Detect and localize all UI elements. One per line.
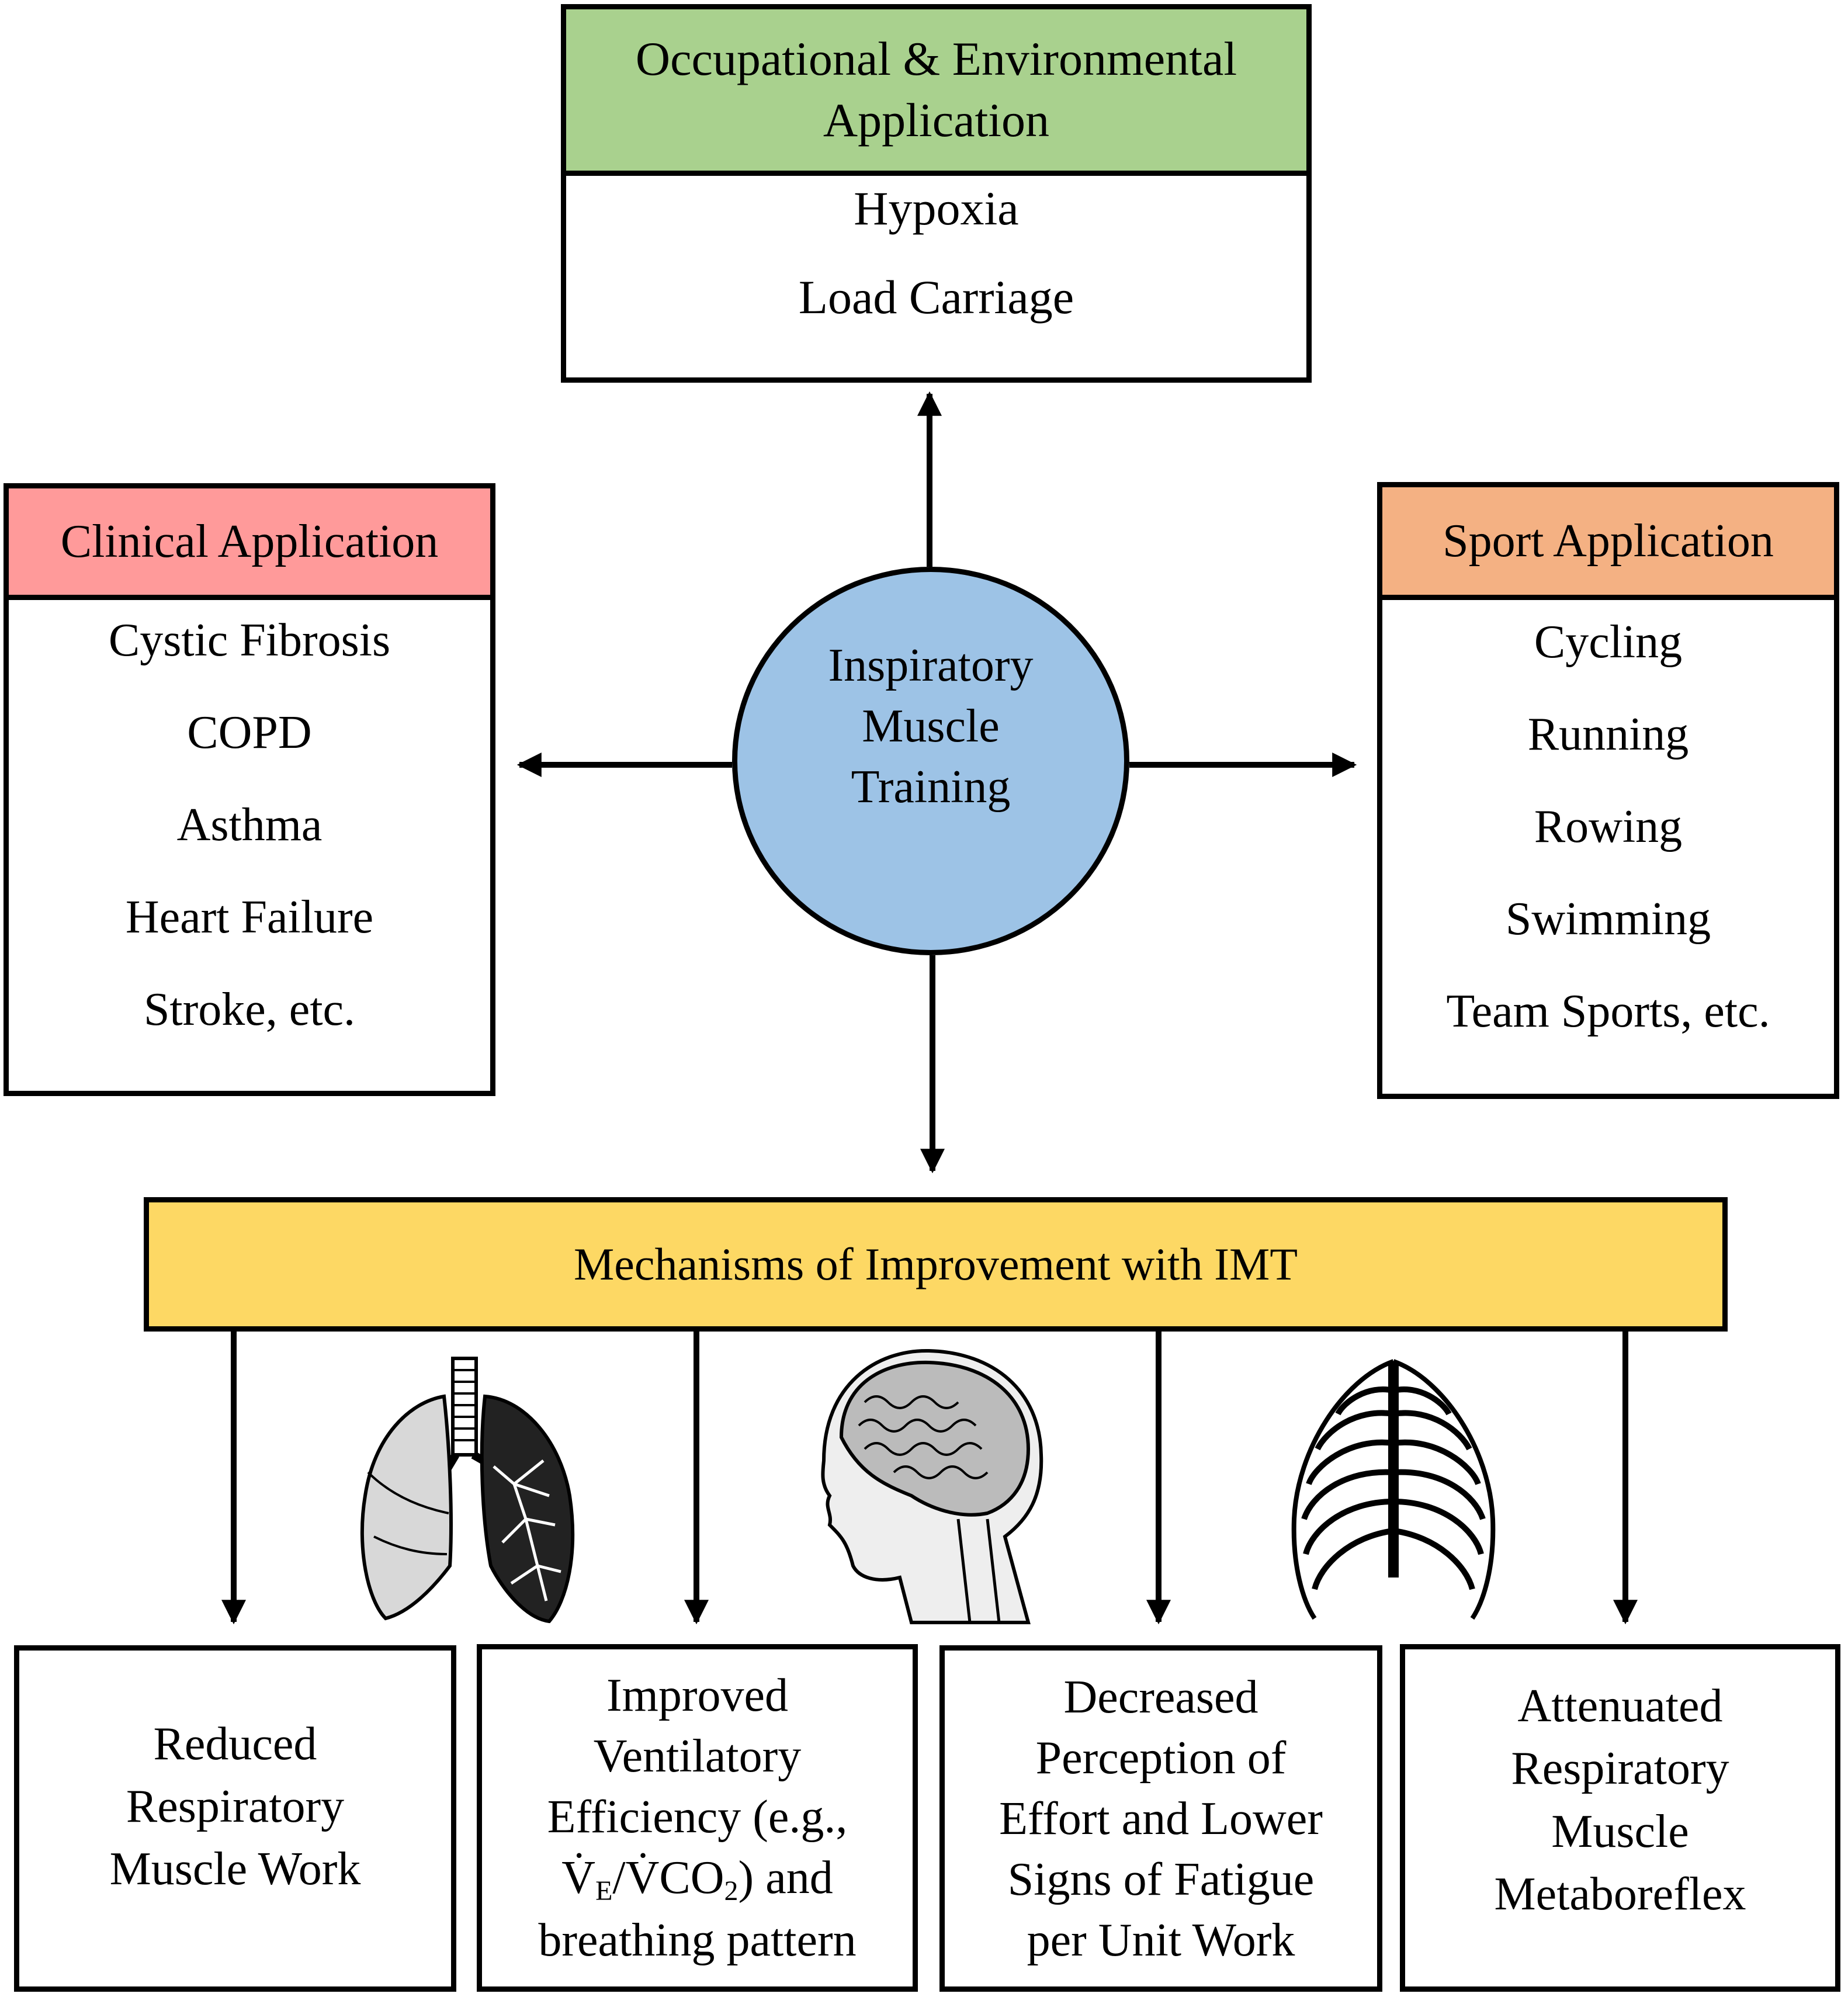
mechanism-3-line: Decreased: [1063, 1671, 1258, 1723]
formula-ve: V̇: [561, 1852, 596, 1904]
mechanism-3-line: Effort and Lower: [999, 1793, 1323, 1845]
lungs-icon: [360, 1357, 575, 1624]
mechanism-2-line: breathing pattern: [538, 1914, 857, 1966]
ribcage-icon: [1291, 1359, 1496, 1620]
ventilatory-equivalent-formula: V̇E/V̇CO2) and: [561, 1847, 833, 1909]
mechanism-1-line: Muscle Work: [109, 1843, 361, 1895]
mechanism-box-ventilatory-efficiency: Improved Ventilatory Efficiency (e.g., V…: [477, 1644, 918, 1992]
mechanism-3-line: per Unit Work: [1027, 1914, 1295, 1966]
mechanism-4-line: Respiratory: [1511, 1743, 1729, 1795]
formula-sub-2: 2: [724, 1875, 738, 1907]
mechanism-3-line: Signs of Fatigue: [1007, 1853, 1315, 1905]
formula-sub-e: E: [595, 1875, 613, 1907]
head-brain-icon: [821, 1348, 1043, 1624]
mechanism-box-perception-of-effort: Decreased Perception of Effort and Lower…: [939, 1645, 1382, 1992]
mechanism-2-line: Efficiency (e.g.,: [547, 1791, 848, 1843]
mechanism-4-line: Metaboreflex: [1494, 1868, 1746, 1920]
mechanism-box-metaboreflex: Attenuated Respiratory Muscle Metaborefl…: [1400, 1644, 1840, 1992]
mechanism-3-line: Perception of: [1035, 1732, 1287, 1784]
formula-vco: V̇CO: [625, 1852, 724, 1904]
mechanism-1-line: Reduced: [153, 1718, 317, 1770]
mechanism-2-line: Improved: [606, 1670, 788, 1722]
mechanism-box-reduced-work: Reduced Respiratory Muscle Work: [14, 1645, 456, 1992]
formula-slash: /: [612, 1852, 626, 1904]
formula-tail: ) and: [738, 1852, 833, 1904]
mechanism-2-line: Ventilatory: [593, 1731, 802, 1783]
mechanism-4-line: Attenuated: [1517, 1680, 1723, 1732]
mechanism-4-line: Muscle: [1551, 1805, 1689, 1857]
mechanism-1-line: Respiratory: [126, 1780, 345, 1832]
